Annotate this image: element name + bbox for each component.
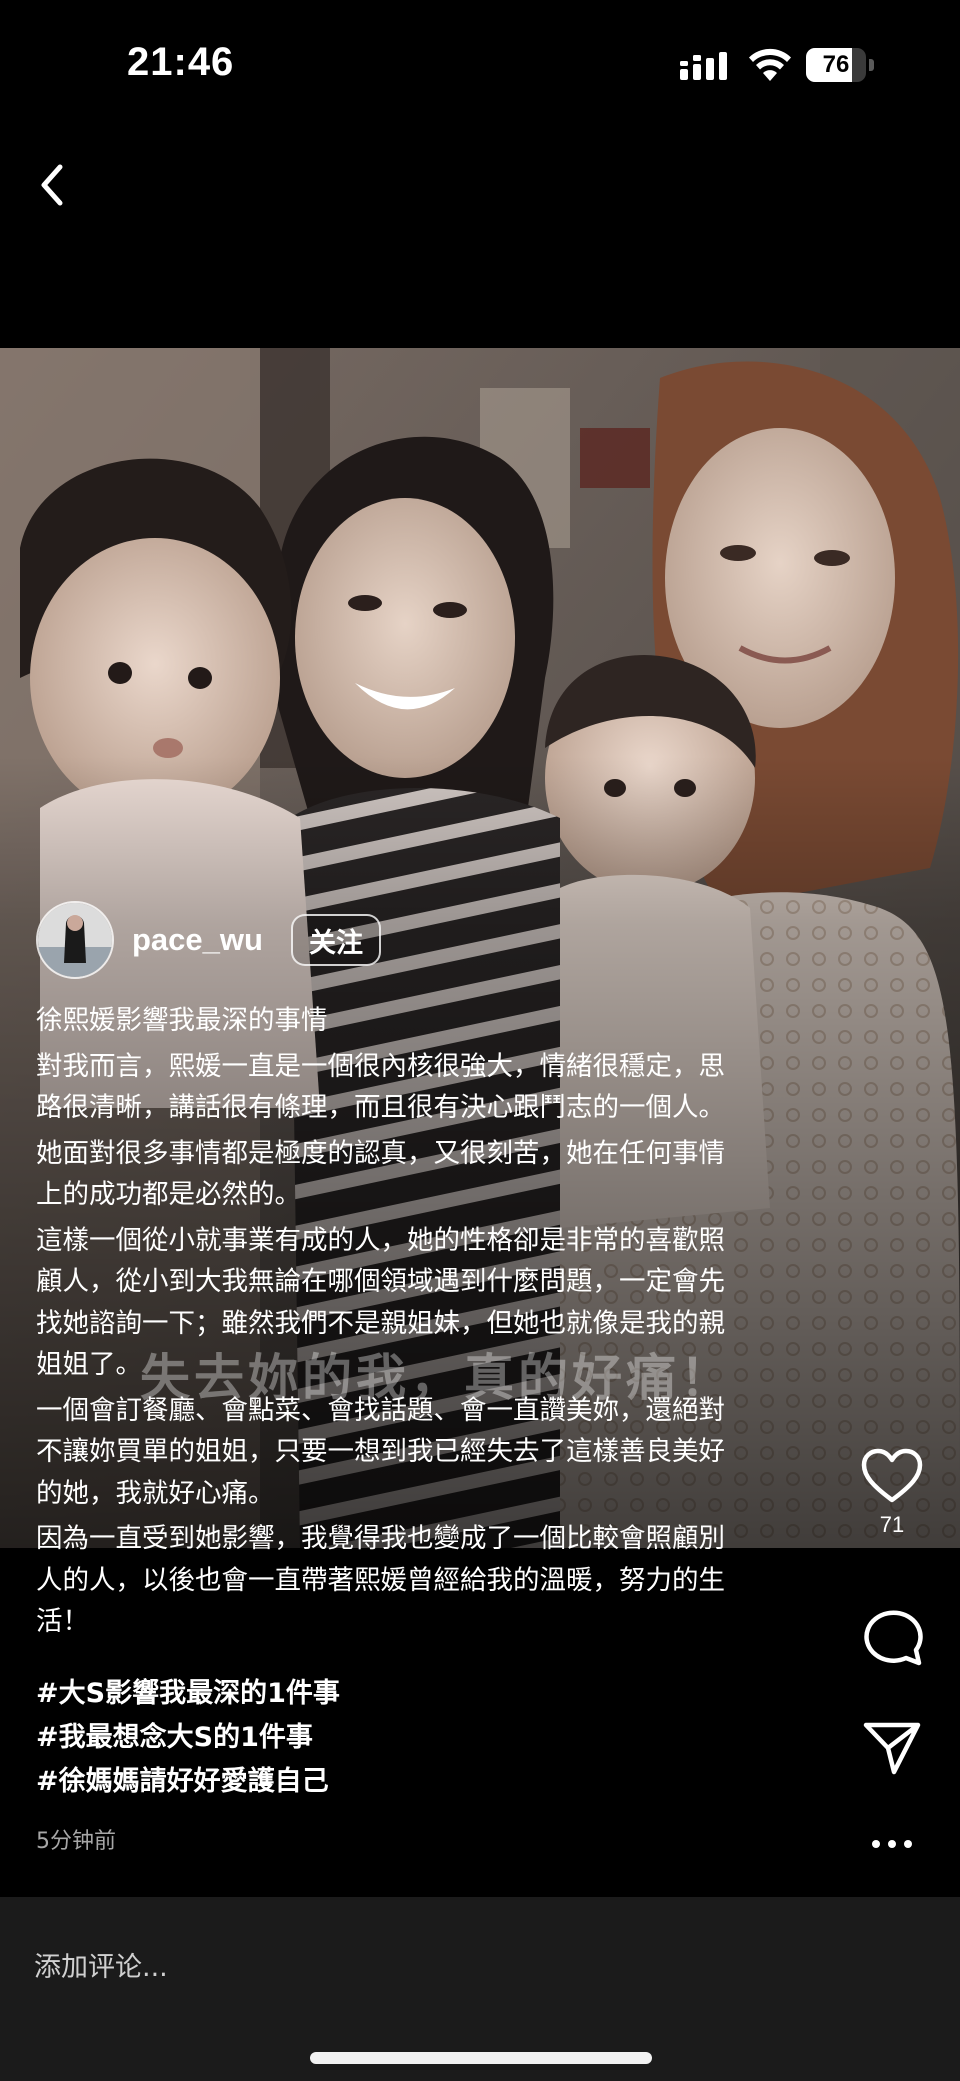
post-title: 徐熙媛影響我最深的事情	[36, 1005, 328, 1036]
heart-icon	[861, 1448, 923, 1503]
signal-icon	[680, 52, 727, 80]
post-paragraph: 這樣一個從小就事業有成的人，她的性格卻是非常的喜歡照 顧人，從小到大我無論在哪個…	[36, 1224, 725, 1381]
wifi-icon	[749, 48, 791, 81]
share-button[interactable]	[856, 1720, 928, 1776]
chevron-left-icon	[41, 164, 63, 206]
more-icon	[872, 1840, 912, 1848]
hashtag-link[interactable]: #徐媽媽請好好愛護自己	[36, 1760, 536, 1804]
post-paragraph: 一個會訂餐廳、會點菜、會找話題、會一直讚美妳，還絕對 不讓妳買單的姐姐，只要一想…	[36, 1394, 725, 1509]
comment-icon	[864, 1610, 923, 1666]
follow-button[interactable]: 关注	[290, 914, 381, 966]
author-row: pace_wu 关注	[36, 900, 381, 980]
comment-bar	[0, 1897, 960, 2081]
comment-input[interactable]	[32, 1941, 916, 1993]
status-time: 21:46	[127, 40, 235, 84]
username[interactable]: pace_wu	[132, 922, 263, 958]
battery-body: 76	[806, 48, 866, 82]
avatar[interactable]	[36, 901, 114, 979]
battery-icon: 76	[806, 48, 876, 82]
hashtag-list: #大S影響我最深的1件事 #我最想念大S的1件事 #徐媽媽請好好愛護自己	[36, 1672, 536, 1804]
post-timestamp: 5分钟前	[36, 1829, 116, 1854]
back-button[interactable]	[30, 155, 80, 215]
hashtag-link[interactable]: #我最想念大S的1件事	[36, 1716, 536, 1760]
avatar-image	[38, 903, 112, 977]
more-button[interactable]	[856, 1834, 928, 1854]
post-paragraph: 對我而言，熙媛一直是一個很內核很強大，情緒很穩定，思 路很清晰，講話很有條理，而…	[36, 1050, 725, 1124]
battery-cap	[869, 59, 874, 71]
like-count: 71	[879, 1512, 905, 1537]
hashtag-link[interactable]: #大S影響我最深的1件事	[36, 1672, 536, 1716]
status-bar: 21:46 76	[0, 0, 960, 130]
battery-percentage: 76	[822, 51, 850, 78]
share-icon	[863, 1722, 921, 1775]
home-indicator	[310, 2052, 652, 2064]
like-button[interactable]: 71	[856, 1448, 928, 1538]
post-caption: 徐熙媛影響我最深的事情 對我而言，熙媛一直是一個很內核很強大，情緒很穩定，思 路…	[36, 1000, 806, 1647]
comment-button[interactable]	[856, 1606, 928, 1666]
post-paragraph: 因為一直受到她影響，我覺得我也變成了一個比較會照顧別 人的人，以後也會一直帶著熙…	[36, 1523, 725, 1637]
post-paragraph: 她面對很多事情都是極度的認真，又很刻苦，她在任何事情 上的成功都是必然的。	[36, 1137, 725, 1211]
